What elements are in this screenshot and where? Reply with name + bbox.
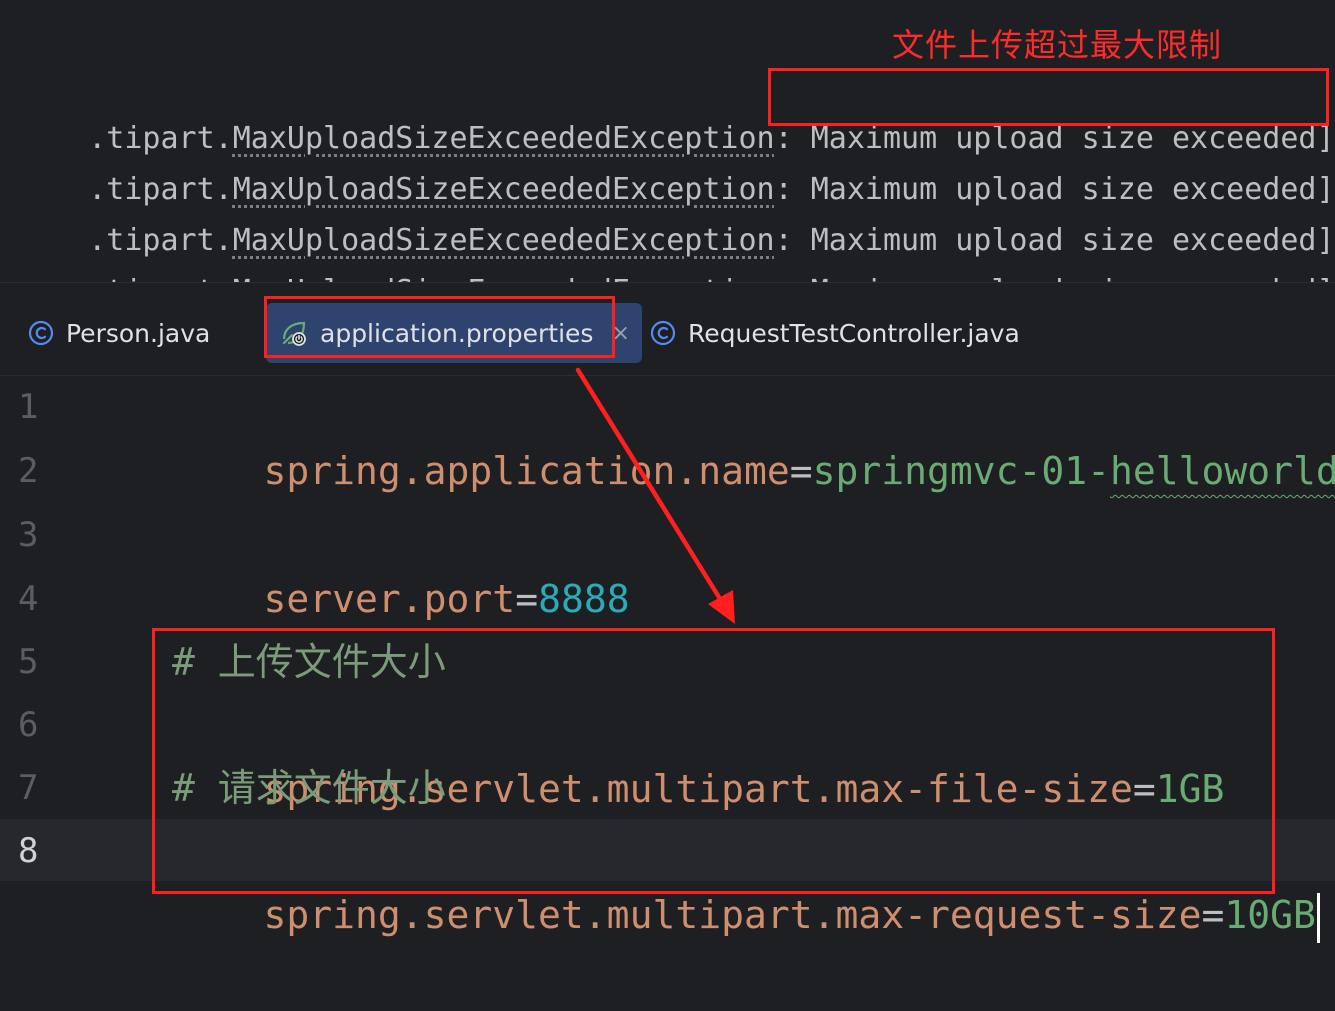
annotation-label: 文件上传超过最大限制 — [892, 26, 1223, 64]
spellcheck-squiggle-word[interactable]: helloworld — [1110, 449, 1335, 493]
line-number: 2 — [18, 451, 39, 491]
property-key: spring.application.name — [263, 449, 790, 493]
java-class-icon — [650, 320, 676, 346]
tab-request-test-controller[interactable]: RequestTestController.java — [650, 303, 1020, 363]
property-value: 8888 — [538, 577, 630, 621]
log-line: .tipart.MaxUploadSizeExceededException: … — [16, 124, 1334, 207]
tab-label: RequestTestController.java — [688, 318, 1020, 348]
close-icon[interactable]: × — [611, 321, 629, 346]
equals-sign: = — [1201, 893, 1225, 937]
line-number: 4 — [18, 579, 39, 619]
line-number: 1 — [18, 387, 39, 427]
property-value: 10GB — [1224, 893, 1316, 937]
equals-sign: = — [789, 449, 813, 493]
java-class-icon — [28, 320, 54, 346]
log-line: .tipart.MaxUploadSizeExceededException: … — [16, 73, 1334, 156]
editor-tab-bar: Person.java application.properties × Req… — [0, 283, 1335, 376]
line-number: 5 — [18, 642, 39, 682]
code-line-3[interactable]: server.port=8888 — [172, 503, 630, 621]
line-number: 7 — [18, 768, 39, 808]
code-line-5[interactable]: # 上传文件大小 — [172, 630, 446, 694]
equals-sign: = — [515, 577, 539, 621]
tab-label: Person.java — [66, 318, 211, 348]
line-number-current: 8 — [18, 831, 39, 871]
log-prefix: .tipart. — [88, 274, 233, 282]
log-line: .tipart.MaxUploadSizeExceededException: … — [16, 175, 1334, 258]
spring-properties-icon — [280, 319, 308, 347]
code-line-8[interactable]: spring.servlet.multipart.max-request-siz… — [172, 819, 1320, 943]
log-message: Maximum upload size exceeded] — [811, 274, 1335, 282]
tab-application-properties[interactable]: application.properties × — [266, 303, 642, 363]
log-line: .tipart.MaxUploadSizeExceededException: … — [16, 226, 1334, 282]
code-editor: Person.java application.properties × Req… — [0, 282, 1335, 943]
line-number: 3 — [18, 515, 39, 555]
property-value: springmvc-01- — [812, 449, 1111, 493]
tab-person-java[interactable]: Person.java — [28, 303, 210, 363]
tab-label: application.properties — [320, 318, 594, 348]
property-value: 1GB — [1155, 767, 1225, 811]
exception-link[interactable]: MaxUploadSizeExceededException — [233, 274, 775, 282]
log-separator: : — [775, 274, 811, 282]
code-line-1[interactable]: spring.application.name=springmvc-01-hel… — [172, 375, 1335, 493]
line-number: 6 — [18, 705, 39, 745]
console-fragment: '··' — [14, 0, 86, 10]
console-output: '··' 文件上传超过最大限制 .tipart.MaxUploadSizeExc… — [0, 0, 1335, 282]
property-key: server.port — [263, 577, 516, 621]
equals-sign: = — [1132, 767, 1156, 811]
property-key: spring.servlet.multipart.max-request-siz… — [263, 893, 1202, 937]
code-line-6[interactable]: spring.servlet.multipart.max-file-size=1… — [172, 693, 1225, 811]
code-line-7[interactable]: # 请求文件大小 — [172, 756, 446, 820]
